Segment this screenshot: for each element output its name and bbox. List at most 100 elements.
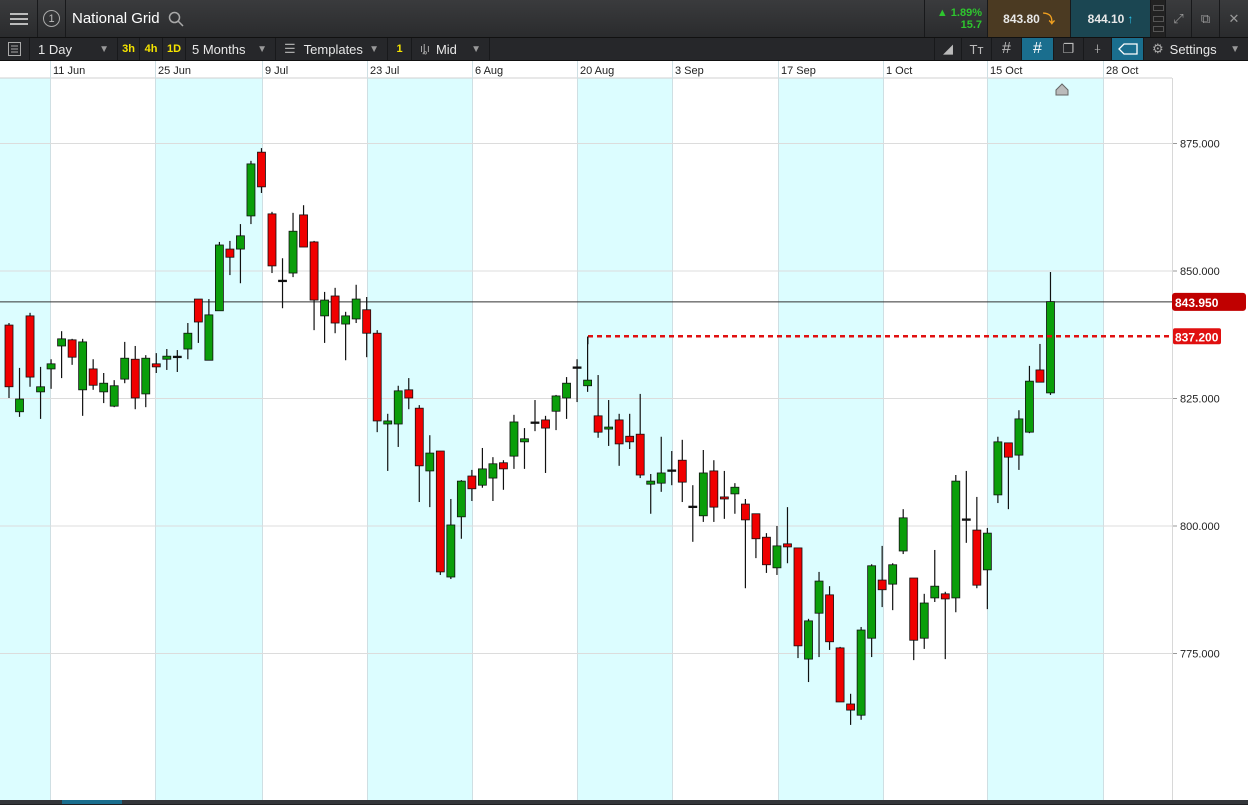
instrument-title[interactable]: National Grid	[72, 10, 160, 27]
text-icon: Tт	[969, 41, 984, 57]
candle-body	[236, 235, 245, 250]
candle	[25, 312, 35, 387]
close-icon: ✕	[1228, 10, 1240, 26]
candle	[78, 338, 88, 416]
candle-body	[393, 390, 403, 425]
candle	[940, 591, 950, 660]
date-tick-label: 11 Jun	[53, 65, 85, 77]
buy-button[interactable]: 844.10 ↑	[1071, 0, 1151, 37]
grid-toggle[interactable]: #	[992, 38, 1022, 60]
arrow-up-icon: ↑	[1127, 11, 1134, 26]
layers-button[interactable]: ❐	[1054, 38, 1084, 60]
candle-body	[646, 480, 656, 485]
candle-body	[877, 579, 887, 591]
candle-body	[267, 213, 277, 267]
candle-body	[1014, 418, 1024, 456]
candle	[751, 513, 761, 559]
candle-body	[509, 421, 519, 457]
chart-number-badge[interactable]: 1	[38, 0, 66, 37]
candlestick-chart[interactable]: 11 Jun 25 Jun 9 Jul 23 Jul 6 Aug 20 Aug 3 Sep 1…	[0, 61, 1248, 800]
chevron-down-icon: ▼	[99, 43, 109, 55]
candle-body	[593, 415, 603, 433]
candle	[551, 394, 561, 431]
candle-body	[614, 419, 624, 445]
candle	[520, 428, 529, 469]
candle-body	[530, 421, 540, 424]
weekend-band	[987, 78, 1103, 800]
candle-body	[425, 452, 435, 472]
candle-body	[456, 480, 466, 518]
price-label-toggle[interactable]	[1112, 38, 1144, 60]
maximize-button[interactable]: ⤢	[1166, 0, 1192, 37]
candle-body	[404, 389, 414, 399]
bottom-scrollbar[interactable]	[0, 800, 1248, 804]
weekend-band	[577, 78, 672, 800]
draw-line-tool[interactable]: ◢	[934, 38, 962, 60]
candle	[530, 400, 540, 432]
candle	[509, 414, 519, 469]
menu-button[interactable]	[0, 0, 38, 37]
candle-body	[225, 248, 235, 258]
candle-body	[1046, 301, 1055, 394]
candle-body	[477, 468, 487, 486]
candle-body	[688, 505, 698, 509]
candle	[88, 359, 98, 390]
price-chart[interactable]: 11 Jun 25 Jun 9 Jul 23 Jul 6 Aug 20 Aug 3 Sep 1…	[0, 61, 1248, 800]
candle-body	[783, 543, 792, 548]
candle-body	[499, 462, 508, 470]
candle	[562, 377, 571, 419]
templates-count[interactable]: 1	[388, 38, 412, 60]
candle-body	[888, 564, 898, 585]
candle-body	[15, 398, 24, 413]
sell-button[interactable]: 843.80 ⤵	[988, 0, 1071, 37]
weekend-band	[0, 78, 50, 800]
candle-body	[414, 407, 424, 467]
candle-body	[435, 450, 445, 573]
title-bar: 1 National Grid ▲ 1.89% 15.7 843.80 ⤵ 844…	[0, 0, 1248, 38]
candle-body	[467, 475, 477, 490]
text-tool[interactable]: Tт	[962, 38, 992, 60]
price-tick-label: 775.000	[1180, 649, 1220, 661]
interval-select[interactable]: 1 Day ▼	[30, 38, 118, 60]
candle-body	[120, 357, 130, 380]
candle	[109, 380, 119, 408]
price-tick-label: 825.000	[1180, 394, 1220, 406]
candle	[762, 533, 771, 573]
candle-body	[25, 315, 35, 378]
bar-icon	[1152, 4, 1164, 11]
range-select[interactable]: 5 Months ▼	[186, 38, 276, 60]
candle	[320, 291, 330, 343]
candle	[372, 330, 382, 433]
candle-body	[383, 420, 393, 425]
close-button[interactable]: ✕	[1220, 0, 1248, 37]
candle-body	[856, 629, 866, 716]
gear-icon: ⚙	[1152, 41, 1164, 56]
candle-body	[772, 545, 782, 569]
candle-body	[825, 594, 834, 643]
candle-body	[351, 298, 361, 320]
search-icon[interactable]	[168, 11, 184, 27]
scroll-thumb[interactable]	[62, 800, 122, 804]
candle-body	[67, 339, 77, 358]
tag-icon	[1117, 43, 1138, 55]
price-tick-label: 850.000	[1180, 266, 1220, 278]
crosshair-toggle[interactable]: #	[1022, 38, 1054, 60]
date-tick-label: 17 Sep	[781, 65, 816, 77]
popout-button[interactable]: ⧉	[1192, 0, 1220, 37]
settings-button[interactable]: ⚙ Settings ▼	[1144, 38, 1248, 60]
candle-body	[204, 314, 214, 361]
price-type-select[interactable]: ıȴı Mid ▼	[412, 38, 490, 60]
depth-bars[interactable]	[1151, 0, 1166, 37]
candle	[972, 496, 982, 589]
candle	[141, 355, 151, 408]
candle-body	[930, 585, 940, 599]
quick-interval-3h[interactable]: 3h	[118, 38, 140, 60]
chart-list-button[interactable]	[0, 38, 30, 60]
quick-interval-1d[interactable]: 1D	[163, 38, 186, 60]
candle-tool-icon: ⍭	[1093, 41, 1102, 56]
templates-select[interactable]: ☰ Templates ▼	[276, 38, 388, 60]
candle	[856, 626, 866, 720]
quick-interval-4h[interactable]: 4h	[140, 38, 163, 60]
candle-tool[interactable]: ⍭	[1084, 38, 1112, 60]
candle-body	[898, 517, 908, 552]
